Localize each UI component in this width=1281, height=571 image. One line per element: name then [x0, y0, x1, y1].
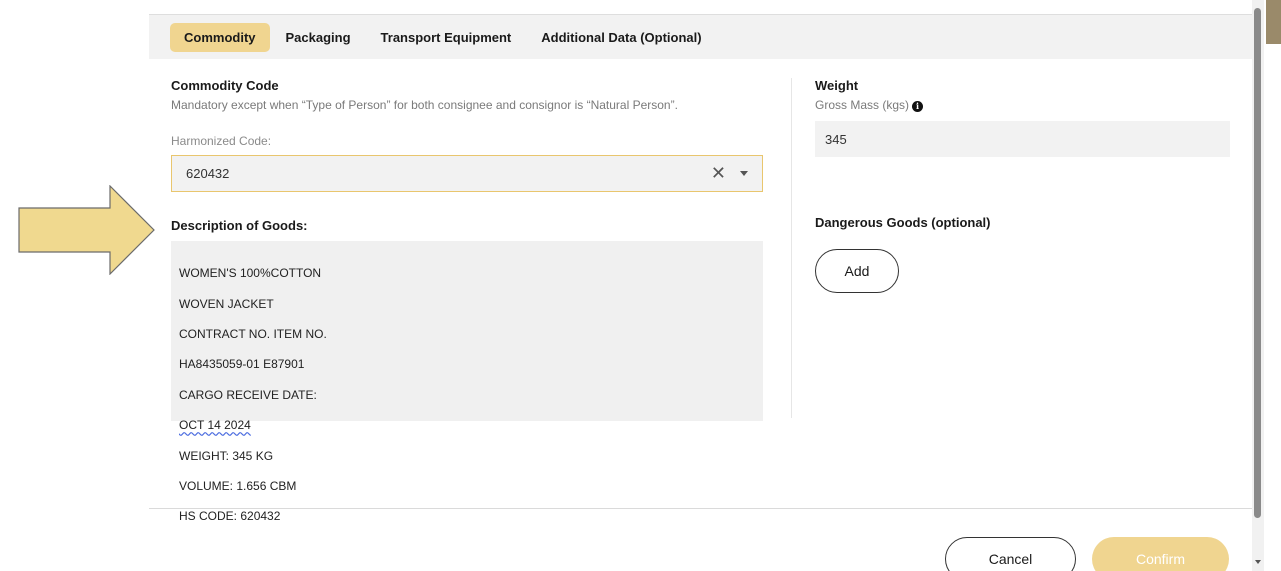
description-line: HA8435059-01 E87901 — [179, 357, 305, 372]
description-label: Description of Goods: — [171, 218, 308, 233]
gross-mass-value: 345 — [825, 131, 847, 147]
gross-mass-label: Gross Mass (kgs) — [815, 98, 910, 112]
harmonized-code-label: Harmonized Code: — [171, 134, 272, 148]
weight-title: Weight — [815, 78, 859, 93]
cancel-button[interactable]: Cancel — [945, 537, 1076, 571]
commodity-section: Commodity Code Mandatory except when “Ty… — [171, 78, 763, 523]
tab-packaging[interactable]: Packaging — [272, 23, 365, 52]
chevron-down-icon[interactable] — [740, 171, 748, 176]
tab-transport-equipment[interactable]: Transport Equipment — [367, 23, 526, 52]
tab-additional-data[interactable]: Additional Data (Optional) — [527, 23, 715, 52]
harmonized-code-select[interactable]: 620432 ✕ — [171, 155, 763, 192]
commodity-dialog: Commodity Packaging Transport Equipment … — [0, 0, 1281, 571]
description-line: WOVEN JACKET — [179, 296, 274, 311]
description-line: HS CODE: 620432 — [179, 509, 281, 524]
description-textarea[interactable]: WOMEN'S 100%COTTON WOVEN JACKET CONTRACT… — [171, 241, 763, 523]
gross-mass-label-row: Gross Mass (kgs) i — [815, 98, 1230, 112]
harmonized-code-value: 620432 — [186, 166, 230, 181]
commodity-code-note: Mandatory except when “Type of Person” f… — [171, 98, 678, 112]
description-line: WEIGHT: 345 KG — [179, 448, 274, 463]
scrollbar-thumb[interactable] — [1254, 8, 1261, 518]
scroll-down-icon[interactable] — [1255, 560, 1261, 564]
description-line: CONTRACT NO. ITEM NO. — [179, 327, 327, 342]
gross-mass-input[interactable]: 345 — [815, 121, 1230, 157]
tab-commodity[interactable]: Commodity — [170, 22, 270, 52]
close-icon[interactable]: ✕ — [711, 163, 726, 184]
description-line: WOMEN'S 100%COTTON — [179, 266, 322, 281]
description-line: OCT 14 2024 — [179, 418, 251, 433]
footer-divider — [149, 508, 1252, 509]
scrollbar[interactable] — [1252, 0, 1264, 571]
weight-section: Weight Gross Mass (kgs) i 345 Dangerous G… — [815, 78, 1230, 293]
column-divider — [791, 78, 792, 418]
dangerous-goods-label: Dangerous Goods (optional) — [815, 215, 991, 230]
description-line: VOLUME: 1.656 CBM — [179, 479, 297, 494]
background-edge — [1266, 0, 1281, 44]
tab-bar: Commodity Packaging Transport Equipment … — [149, 14, 1252, 59]
arrow-right-icon — [18, 185, 155, 275]
description-line: CARGO RECEIVE DATE: — [179, 387, 317, 402]
commodity-code-title: Commodity Code — [171, 78, 279, 93]
confirm-button[interactable]: Confirm — [1092, 537, 1229, 571]
add-dangerous-goods-button[interactable]: Add — [815, 249, 899, 293]
info-icon[interactable]: i — [912, 101, 924, 112]
